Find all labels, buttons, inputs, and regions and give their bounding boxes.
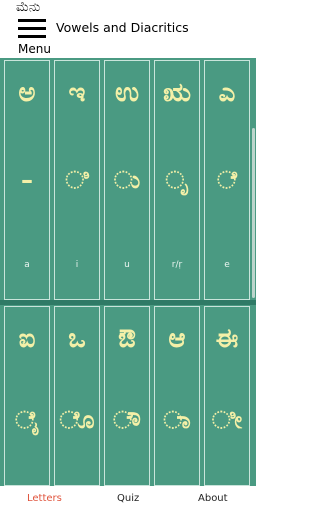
vowel-sign: ◌ೆ xyxy=(217,166,237,194)
vowel-transliteration: a xyxy=(24,260,30,270)
vowel-card[interactable]: ಆ ◌ಾ xyxy=(154,306,200,486)
vowel-card[interactable]: ಔ ◌ೌ xyxy=(104,306,150,486)
row-divider xyxy=(0,300,256,305)
vowel-grid: ಅ – a ಇ ◌ಿ i ಉ ◌ು u ಋ ◌ೃ r/ṛ ಎ ◌ೆ e ಐ ◌ೈ xyxy=(0,58,256,486)
nav-tab-quiz[interactable]: Quiz xyxy=(117,492,139,506)
vowel-card[interactable]: ಎ ◌ೆ e xyxy=(204,60,250,300)
vowel-transliteration: i xyxy=(75,260,79,270)
app-header: ಮೆನು Menu Vowels and Diacritics xyxy=(0,0,256,58)
vowel-letter: ಉ xyxy=(114,78,140,108)
vowel-letter: ಇ xyxy=(68,78,86,108)
vowel-transliteration: u xyxy=(124,260,130,270)
vowel-card[interactable]: ಒ ◌ೊ xyxy=(54,306,100,486)
nav-tab-letters[interactable]: Letters xyxy=(27,492,62,506)
vowel-sign: ◌ೀ xyxy=(211,406,243,434)
vowel-letter: ಒ xyxy=(68,324,86,354)
vowel-transliteration: r/ṛ xyxy=(171,260,183,270)
vowel-sign: ◌ಿ xyxy=(65,166,89,194)
vowel-card[interactable]: ಅ – a xyxy=(4,60,50,300)
vowel-letter: ಎ xyxy=(218,78,236,108)
page-title: Vowels and Diacritics xyxy=(56,20,189,35)
menu-kannada-label: ಮೆನು xyxy=(16,0,41,15)
vowel-sign: ◌ೈ xyxy=(15,406,39,434)
vowel-sign: ◌ೌ xyxy=(113,406,141,434)
vowel-sign: ◌ೊ xyxy=(59,406,95,434)
hamburger-line xyxy=(18,35,46,38)
bottom-navigation: Letters Quiz About xyxy=(0,486,256,512)
vowel-card[interactable]: ಇ ◌ಿ i xyxy=(54,60,100,300)
vertical-scrollbar[interactable] xyxy=(252,128,255,298)
vowel-letter: ಆ xyxy=(168,324,186,354)
vowel-card[interactable]: ಋ ◌ೃ r/ṛ xyxy=(154,60,200,300)
hamburger-line xyxy=(18,27,46,30)
vowel-letter: ಔ xyxy=(118,324,136,354)
vowel-sign: ◌ಾ xyxy=(163,406,191,434)
vowel-sign: – xyxy=(21,166,33,194)
menu-label[interactable]: Menu xyxy=(18,42,51,56)
vowel-sign: ◌ೃ xyxy=(165,166,189,194)
vowel-letter: ಈ xyxy=(215,324,239,354)
nav-tab-about[interactable]: About xyxy=(198,492,228,506)
vowel-letter: ಅ xyxy=(18,78,36,108)
vowel-transliteration: e xyxy=(224,260,230,270)
vowel-card[interactable]: ಈ ◌ೀ xyxy=(204,306,250,486)
vowel-letter: ಐ xyxy=(18,324,36,354)
hamburger-line xyxy=(18,19,46,22)
vowel-card[interactable]: ಉ ◌ು u xyxy=(104,60,150,300)
vowel-sign: ◌ು xyxy=(113,166,141,194)
vowel-letter: ಋ xyxy=(163,78,191,108)
app-screen: ಮೆನು Menu Vowels and Diacritics ಅ – a ಇ … xyxy=(0,0,256,512)
hamburger-icon[interactable] xyxy=(18,18,46,40)
vowel-card[interactable]: ಐ ◌ೈ xyxy=(4,306,50,486)
